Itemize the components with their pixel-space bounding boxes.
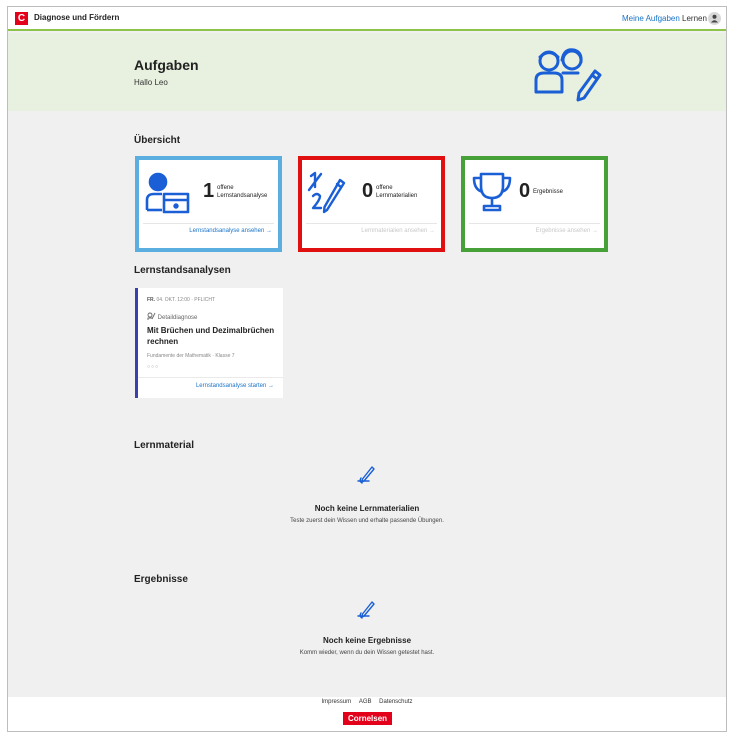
overview-card-materials[interactable]: 0 offene Lernmaterialien Lernmaterialien… — [298, 156, 445, 252]
analyses-title: Lernstandsanalysen — [134, 265, 231, 276]
arrow-right-icon: → — [268, 383, 274, 389]
footer: Impressum AGB Datenschutz Cornelsen — [8, 697, 726, 731]
arrow-right-icon: → — [266, 228, 272, 234]
arrow-right-icon: → — [429, 228, 435, 234]
analysis-count: 1 — [203, 180, 215, 202]
results-empty-text: Komm wieder, wenn du dein Wissen geteste… — [299, 650, 435, 656]
user-icon — [711, 14, 718, 23]
page-title: Aufgaben — [134, 57, 199, 73]
materials-label: offene Lernmaterialien — [376, 185, 418, 199]
results-count: 0 — [519, 180, 531, 202]
students-pencil-icon — [534, 48, 602, 102]
hero-banner: Aufgaben Hallo Leo — [8, 33, 726, 111]
material-empty-title: Noch keine Lernmaterialien — [314, 504, 420, 513]
trophy-icon — [472, 172, 512, 212]
diagnosis-icon — [147, 312, 156, 320]
progress-dots: ○○○ — [147, 364, 160, 370]
materials-count: 0 — [362, 180, 374, 202]
overview-card-analysis[interactable]: 1 offene Lernstandsanalyse Lernstandsana… — [135, 156, 282, 252]
materials-view-link[interactable]: Lernmaterialien ansehen → — [361, 228, 435, 234]
results-view-link[interactable]: Ergebnisse ansehen → — [536, 228, 598, 234]
analysis-label: offene Lernstandsanalyse — [217, 185, 268, 199]
results-label: Ergebnisse — [533, 189, 564, 195]
analysis-date: FR. 04. OKT. 12:00 · PFLICHT — [147, 297, 216, 303]
analysis-item-card[interactable]: FR. 04. OKT. 12:00 · PFLICHT Detaildiagn… — [135, 288, 283, 398]
app-logo[interactable]: C — [15, 12, 28, 25]
footer-link-datenschutz[interactable]: Datenschutz — [379, 699, 412, 705]
analysis-view-link[interactable]: Lernstandsanalyse ansehen → — [189, 228, 272, 234]
arrow-right-icon: → — [592, 228, 598, 234]
results-title: Ergebnisse — [134, 574, 188, 585]
pencil-icon — [357, 601, 375, 619]
overview-title: Übersicht — [134, 135, 181, 146]
greeting: Hallo Leo — [134, 78, 168, 87]
user-avatar[interactable] — [708, 12, 721, 25]
divider — [306, 223, 437, 224]
analysis-title: Mit Brüchen und Dezimalbrüchen rechnen — [147, 326, 275, 346]
footer-link-agb[interactable]: AGB — [359, 699, 372, 705]
footer-links: Impressum AGB Datenschutz — [8, 699, 726, 705]
cornelsen-logo[interactable]: Cornelsen — [343, 712, 392, 725]
footer-link-impressum[interactable]: Impressum — [321, 699, 351, 705]
divider — [143, 223, 274, 224]
top-bar: C Diagnose und Fördern Meine Aufgaben Le… — [8, 7, 726, 31]
divider — [469, 223, 600, 224]
start-analysis-link[interactable]: Lernstandsanalyse starten → — [196, 383, 274, 389]
pencil-icon — [357, 466, 375, 484]
analysis-subject: Fundamente der Mathematik · Klasse 7 — [147, 353, 235, 359]
app-name[interactable]: Diagnose und Fördern — [34, 13, 119, 22]
fraction-pencil-icon — [307, 171, 346, 214]
app-window: C Diagnose und Fördern Meine Aufgaben Le… — [7, 6, 727, 732]
divider — [138, 377, 283, 378]
overview-card-results[interactable]: 0 Ergebnisse Ergebnisse ansehen → — [461, 156, 608, 252]
student-box-icon — [145, 172, 190, 214]
material-empty-text: Teste zuerst dein Wissen und erhalte pas… — [290, 518, 444, 524]
nav-meine-aufgaben[interactable]: Meine Aufgaben — [622, 14, 680, 23]
material-title: Lernmaterial — [134, 440, 195, 451]
results-empty-title: Noch keine Ergebnisse — [322, 636, 412, 645]
nav-lernen[interactable]: Lernen — [682, 14, 707, 23]
analysis-type: Detaildiagnose — [147, 312, 197, 321]
